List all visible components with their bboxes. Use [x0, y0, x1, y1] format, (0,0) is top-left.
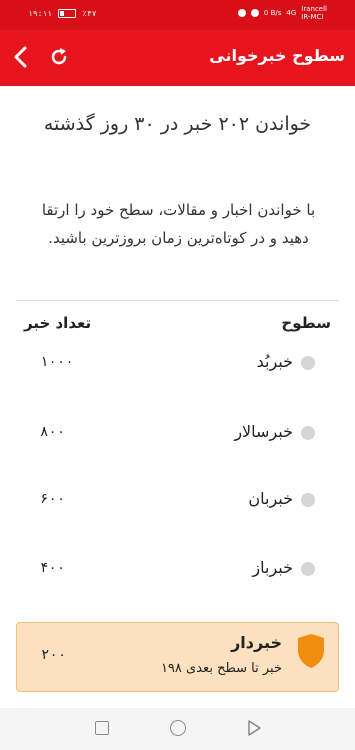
- battery-icon: [58, 9, 77, 18]
- header-levels: سطوح: [281, 314, 331, 332]
- message-icon: [250, 9, 259, 17]
- clock: ۱۹:۱۱: [28, 9, 53, 18]
- divider: [16, 300, 339, 301]
- level-name: خبرسالار: [234, 422, 293, 441]
- radio-icon: [301, 356, 315, 370]
- header-count: تعداد خبر: [24, 314, 92, 332]
- levels-description: با خواندن اخبار و مقالات، سطح خود را ارت…: [41, 201, 316, 247]
- current-level-name: خبردار: [231, 633, 282, 652]
- refresh-icon[interactable]: [48, 46, 70, 68]
- back-icon[interactable]: [246, 719, 262, 737]
- page-title: سطوح خبرخوانی: [209, 46, 345, 65]
- shield-icon: [298, 634, 324, 668]
- reading-summary: خواندن ۲۰۲ خبر در ۳۰ روز گذشته: [43, 113, 312, 135]
- recents-icon[interactable]: [95, 721, 109, 735]
- radio-icon: [301, 493, 315, 507]
- status-bar: ۱۹:۱۱ ٪۴۷ 0 B/s 4G Irancell IR-MCI: [0, 0, 355, 30]
- carrier-1: Irancell: [301, 5, 327, 13]
- level-count: ۱۰۰۰: [40, 354, 74, 370]
- radio-icon: [301, 562, 315, 576]
- level-name: خبرباز: [252, 558, 293, 577]
- network-speed: 0 B/s: [263, 9, 282, 17]
- current-level-card: خبردار ۱۹۸ خبر تا سطح بعدی ۲۰۰: [16, 622, 339, 692]
- home-icon[interactable]: [170, 720, 186, 736]
- carrier-labels: Irancell IR-MCI: [301, 5, 327, 21]
- carrier-2: IR-MCI: [301, 13, 324, 21]
- next-level-progress: ۱۹۸ خبر تا سطح بعدی: [160, 661, 282, 676]
- radio-icon: [301, 426, 315, 440]
- level-count: ۴۰۰: [40, 560, 66, 576]
- level-count: ۸۰۰: [40, 424, 66, 440]
- level-count: ۶۰۰: [40, 491, 66, 507]
- notification-icon: [237, 9, 246, 17]
- level-name: خبربُد: [256, 352, 293, 371]
- level-row: خبرباز ۴۰۰: [0, 556, 355, 586]
- system-nav-bar: [0, 708, 355, 750]
- level-row: خبرسالار ۸۰۰: [0, 420, 355, 450]
- back-arrow-icon[interactable]: [10, 44, 32, 70]
- app-bar: سطوح خبرخوانی: [0, 30, 355, 86]
- level-row: خبربُد ۱۰۰۰: [0, 350, 355, 380]
- level-row: خبربان ۶۰۰: [0, 487, 355, 517]
- battery-level: ٪۴۷: [82, 9, 97, 18]
- level-name: خبربان: [248, 489, 293, 508]
- current-level-count: ۲۰۰: [41, 647, 67, 663]
- network-type: 4G: [286, 9, 297, 17]
